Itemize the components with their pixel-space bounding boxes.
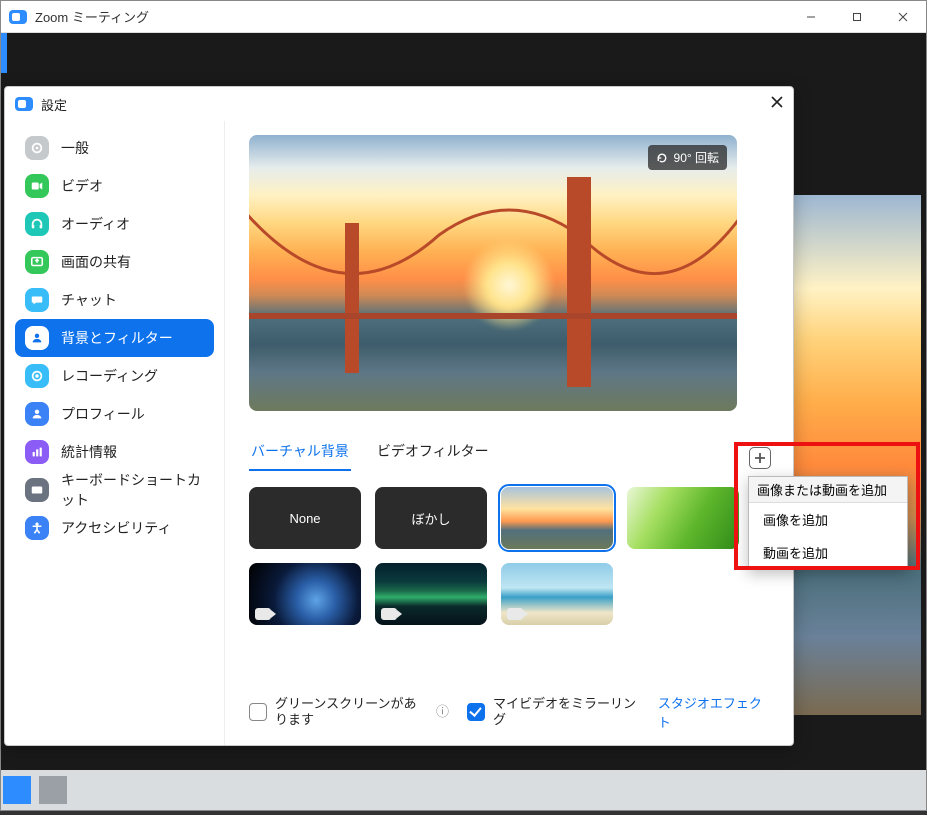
background-thumbnails: None ぼかし bbox=[249, 487, 769, 625]
settings-close-button[interactable] bbox=[771, 95, 783, 113]
window-maximize-button[interactable] bbox=[834, 1, 880, 33]
settings-sidebar: 一般 ビデオ オーディオ 画面の共有 チャット 背景とフィルター bbox=[5, 121, 225, 745]
rotate-label: 90° 回転 bbox=[674, 149, 719, 166]
headphones-icon bbox=[25, 212, 49, 236]
sidebar-item-keyboard-shortcuts[interactable]: キーボードショートカット bbox=[15, 471, 214, 509]
bg-thumb-bridge[interactable] bbox=[501, 487, 613, 549]
help-icon[interactable]: ⓘ bbox=[436, 704, 449, 720]
rotate-90-button[interactable]: 90° 回転 bbox=[648, 145, 727, 170]
menu-item-add-image[interactable]: 画像を追加 bbox=[749, 503, 907, 536]
bg-thumb-aurora[interactable] bbox=[375, 563, 487, 625]
add-background-menu: 画像または動画を追加 画像を追加 動画を追加 bbox=[748, 476, 908, 570]
zoom-titlebar: Zoom ミーティング bbox=[1, 1, 926, 33]
sidebar-item-background-filters[interactable]: 背景とフィルター bbox=[15, 319, 214, 357]
tab-virtual-background[interactable]: バーチャル背景 bbox=[249, 439, 351, 471]
sidebar-item-chat[interactable]: チャット bbox=[15, 281, 214, 319]
sidebar-item-label: プロフィール bbox=[61, 404, 145, 424]
sidebar-item-profile[interactable]: プロフィール bbox=[15, 395, 214, 433]
share-screen-icon bbox=[25, 250, 49, 274]
profile-icon bbox=[25, 402, 49, 426]
sidebar-item-label: 画面の共有 bbox=[61, 252, 131, 272]
video-preview: 90° 回転 bbox=[249, 135, 737, 411]
zoom-logo-icon bbox=[15, 97, 33, 111]
video-badge-icon bbox=[255, 608, 271, 620]
thumb-label: ぼかし bbox=[411, 509, 450, 528]
gear-icon bbox=[25, 136, 49, 160]
taskbar-app-icon[interactable] bbox=[39, 776, 67, 804]
settings-titlebar: 設定 bbox=[5, 87, 793, 121]
sidebar-item-video[interactable]: ビデオ bbox=[15, 167, 214, 205]
settings-dialog: 設定 一般 ビデオ オーディオ 画面の共有 bbox=[4, 86, 794, 746]
video-badge-icon bbox=[381, 608, 397, 620]
sidebar-item-label: チャット bbox=[61, 290, 117, 310]
sidebar-item-label: アクセシビリティ bbox=[61, 518, 171, 538]
sidebar-item-label: オーディオ bbox=[61, 214, 130, 234]
keyboard-icon bbox=[25, 478, 49, 502]
zoom-logo-icon bbox=[9, 10, 27, 24]
mirror-label: マイビデオをミラーリング bbox=[493, 696, 640, 727]
settings-content: 90° 回転 バーチャル背景 ビデオフィルター None ぼかし bbox=[225, 121, 793, 745]
settings-title: 設定 bbox=[41, 95, 67, 114]
taskbar bbox=[1, 770, 926, 810]
window-close-button[interactable] bbox=[880, 1, 926, 33]
bg-thumb-beach[interactable] bbox=[501, 563, 613, 625]
rotate-icon bbox=[656, 152, 668, 164]
stats-icon bbox=[25, 440, 49, 464]
bg-thumb-blur[interactable]: ぼかし bbox=[375, 487, 487, 549]
thumb-label: None bbox=[289, 511, 320, 526]
taskbar-app-icon[interactable] bbox=[3, 776, 31, 804]
greenscreen-label: グリーンスクリーンがあります bbox=[275, 696, 428, 727]
bg-thumb-none[interactable]: None bbox=[249, 487, 361, 549]
chat-icon bbox=[25, 288, 49, 312]
video-badge-icon bbox=[507, 608, 523, 620]
sidebar-item-label: 一般 bbox=[61, 138, 89, 158]
sidebar-item-share-screen[interactable]: 画面の共有 bbox=[15, 243, 214, 281]
add-menu-header: 画像または動画を追加 bbox=[749, 477, 907, 503]
studio-effects-link[interactable]: スタジオエフェクト bbox=[658, 693, 769, 731]
tab-video-filter[interactable]: ビデオフィルター bbox=[375, 439, 491, 471]
sidebar-item-accessibility[interactable]: アクセシビリティ bbox=[15, 509, 214, 547]
sidebar-item-label: 統計情報 bbox=[61, 442, 117, 462]
sidebar-item-general[interactable]: 一般 bbox=[15, 129, 214, 167]
filter-tabs: バーチャル背景 ビデオフィルター bbox=[249, 439, 769, 471]
bg-thumb-earth[interactable] bbox=[249, 563, 361, 625]
accessibility-icon bbox=[25, 516, 49, 540]
sidebar-item-label: ビデオ bbox=[61, 176, 103, 196]
greenscreen-option[interactable]: グリーンスクリーンがあります ⓘ bbox=[249, 696, 449, 727]
sidebar-item-label: レコーディング bbox=[61, 366, 158, 386]
video-icon bbox=[25, 174, 49, 198]
bg-thumb-grass[interactable] bbox=[627, 487, 739, 549]
sidebar-item-label: キーボードショートカット bbox=[61, 470, 204, 510]
background-options: グリーンスクリーンがあります ⓘ マイビデオをミラーリング スタジオエフェクト bbox=[249, 693, 769, 731]
sidebar-item-label: 背景とフィルター bbox=[61, 328, 173, 348]
mirror-checkbox[interactable] bbox=[467, 703, 485, 721]
sidebar-item-statistics[interactable]: 統計情報 bbox=[15, 433, 214, 471]
sidebar-item-audio[interactable]: オーディオ bbox=[15, 205, 214, 243]
sidebar-item-recording[interactable]: レコーディング bbox=[15, 357, 214, 395]
plus-icon bbox=[754, 452, 766, 464]
record-icon bbox=[25, 364, 49, 388]
menu-item-add-video[interactable]: 動画を追加 bbox=[749, 536, 907, 569]
bridge-cables-icon bbox=[249, 175, 737, 345]
zoom-window-title: Zoom ミーティング bbox=[35, 7, 149, 26]
mirror-option[interactable]: マイビデオをミラーリング bbox=[467, 696, 640, 727]
person-icon bbox=[25, 326, 49, 350]
greenscreen-checkbox[interactable] bbox=[249, 703, 267, 721]
window-accent-strip bbox=[1, 33, 7, 73]
window-minimize-button[interactable] bbox=[788, 1, 834, 33]
add-background-button[interactable] bbox=[749, 447, 771, 469]
